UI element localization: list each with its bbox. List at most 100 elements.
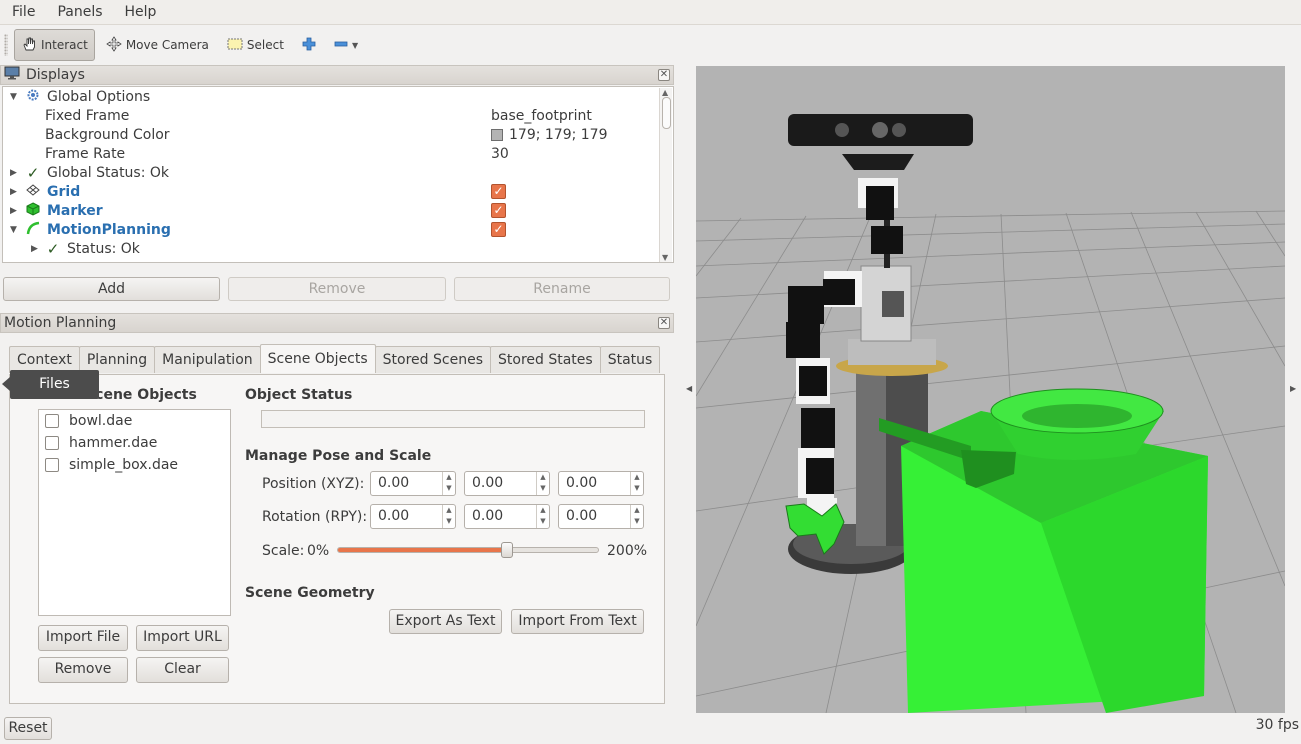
spin-arrows-icon[interactable]: ▲ ▼: [536, 472, 549, 495]
spin-arrows-icon[interactable]: ▲ ▼: [536, 505, 549, 528]
monitor-icon: [4, 66, 20, 84]
tree-row-grid[interactable]: ▶ Grid ✓: [3, 182, 660, 201]
status-bar: Reset 30 fps: [0, 713, 1301, 744]
displays-panel: Displays ✕ ▼ Global Options Fixed Frame …: [0, 65, 674, 311]
object-checkbox[interactable]: [45, 458, 59, 472]
object-checkbox[interactable]: [45, 414, 59, 428]
rotation-r-spinbox[interactable]: 0.00 ▲ ▼: [370, 504, 456, 529]
position-z-spinbox[interactable]: 0.00 ▲ ▼: [558, 471, 644, 496]
position-x-spinbox[interactable]: 0.00 ▲ ▼: [370, 471, 456, 496]
motion-planning-title-bar: Motion Planning ✕: [0, 313, 674, 333]
add-tool-button[interactable]: [295, 29, 323, 61]
tree-row-global-options[interactable]: ▼ Global Options: [3, 87, 660, 106]
remove-tool-button[interactable]: ▼: [327, 29, 365, 61]
tree-row-fixed-frame[interactable]: Fixed Frame base_footprint: [3, 106, 660, 125]
list-item[interactable]: bowl.dae: [45, 413, 132, 429]
scrollbar-thumb[interactable]: [662, 97, 671, 129]
scroll-down-icon[interactable]: ▼: [662, 253, 668, 262]
import-url-button[interactable]: Import URL: [136, 625, 229, 651]
grid-enabled-checkbox[interactable]: ✓: [491, 184, 506, 199]
grid-icon: [25, 183, 41, 200]
reset-button[interactable]: Reset: [4, 717, 52, 740]
object-name: hammer.dae: [69, 435, 158, 451]
arm-servo: [786, 322, 820, 358]
import-from-text-button[interactable]: Import From Text: [511, 609, 644, 634]
arm-servo: [799, 366, 827, 396]
position-y-spinbox[interactable]: 0.00 ▲ ▼: [464, 471, 550, 496]
scene-objects-list[interactable]: bowl.dae hammer.dae simple_box.dae: [38, 409, 231, 616]
tree-row-background-color[interactable]: Background Color 179; 179; 179: [3, 125, 660, 144]
remove-display-button[interactable]: Remove: [228, 277, 446, 301]
toolbar: Interact Move Camera Select ▼: [0, 25, 1301, 65]
checked-icon: ✓: [491, 203, 506, 218]
toolbar-grip[interactable]: [4, 34, 8, 56]
splitter-right-arrow-icon[interactable]: ▶: [1290, 384, 1296, 393]
checkmark-icon: ✓: [46, 239, 60, 258]
add-display-button[interactable]: Add: [3, 277, 220, 301]
tree-row-marker[interactable]: ▶ Marker ✓: [3, 201, 660, 220]
list-item[interactable]: simple_box.dae: [45, 457, 178, 473]
remove-object-button[interactable]: Remove: [38, 657, 128, 683]
spin-arrows-icon[interactable]: ▲ ▼: [442, 472, 455, 495]
tree-row-motion-planning[interactable]: ▼ MotionPlanning ✓: [3, 220, 660, 239]
tab-context[interactable]: Context: [9, 346, 80, 373]
render-viewport[interactable]: [696, 66, 1285, 713]
displays-scrollbar[interactable]: ▲ ▼: [659, 88, 672, 262]
select-label: Select: [246, 38, 284, 52]
motion-planning-enabled-checkbox[interactable]: ✓: [491, 222, 506, 237]
tree-row-status-ok[interactable]: ▶ ✓ Status: Ok: [3, 239, 660, 258]
scale-max-label: 200%: [607, 543, 648, 559]
clear-objects-button[interactable]: Clear: [136, 657, 229, 683]
expand-right-icon[interactable]: ▶: [10, 187, 20, 197]
interact-tool-button[interactable]: Interact: [14, 29, 95, 61]
tree-row-frame-rate[interactable]: Frame Rate 30: [3, 144, 660, 163]
tree-row-global-status[interactable]: ▶ ✓ Global Status: Ok: [3, 163, 660, 182]
expand-right-icon[interactable]: ▶: [31, 244, 41, 254]
spin-arrows-icon[interactable]: ▲ ▼: [630, 472, 643, 495]
object-checkbox[interactable]: [45, 436, 59, 450]
cube-icon: [25, 201, 41, 220]
rotation-y-spinbox[interactable]: 0.00 ▲ ▼: [558, 504, 644, 529]
tab-status[interactable]: Status: [599, 346, 661, 373]
hand-icon: [21, 36, 37, 55]
scroll-up-icon[interactable]: ▲: [662, 88, 668, 97]
tab-scene-objects[interactable]: Scene Objects: [259, 344, 376, 373]
menu-help[interactable]: Help: [114, 4, 168, 20]
dropdown-arrow-icon[interactable]: ▼: [352, 41, 358, 50]
menu-file[interactable]: File: [0, 4, 46, 20]
motion-planning-title: Motion Planning: [4, 315, 117, 331]
move-camera-tool-button[interactable]: Move Camera: [99, 29, 216, 61]
expand-down-icon[interactable]: ▼: [10, 225, 20, 235]
plus-icon: [302, 37, 316, 54]
scale-label: Scale:: [262, 543, 305, 559]
position-z-value: 0.00: [566, 475, 598, 491]
expand-right-icon[interactable]: ▶: [10, 168, 20, 178]
background-color-value[interactable]: 179; 179; 179: [491, 127, 608, 143]
displays-tree: ▼ Global Options Fixed Frame base_footpr…: [2, 86, 674, 263]
marker-enabled-checkbox[interactable]: ✓: [491, 203, 506, 218]
fixed-frame-value[interactable]: base_footprint: [491, 108, 592, 124]
tab-manipulation[interactable]: Manipulation: [154, 346, 261, 373]
scale-slider-handle[interactable]: [501, 542, 513, 558]
spin-arrows-icon[interactable]: ▲ ▼: [442, 505, 455, 528]
export-as-text-button[interactable]: Export As Text: [389, 609, 502, 634]
splitter-left-arrow-icon[interactable]: ◀: [686, 384, 692, 393]
menu-panels[interactable]: Panels: [46, 4, 113, 20]
motion-planning-close-icon[interactable]: ✕: [658, 317, 670, 329]
scale-slider-fill: [338, 548, 507, 552]
rotation-p-spinbox[interactable]: 0.00 ▲ ▼: [464, 504, 550, 529]
expand-right-icon[interactable]: ▶: [10, 206, 20, 216]
expand-down-icon[interactable]: ▼: [10, 92, 20, 102]
tab-stored-scenes[interactable]: Stored Scenes: [374, 346, 491, 373]
tab-planning[interactable]: Planning: [78, 346, 156, 373]
list-item[interactable]: hammer.dae: [45, 435, 157, 451]
select-tool-button[interactable]: Select: [220, 29, 291, 61]
tab-stored-states[interactable]: Stored States: [490, 346, 601, 373]
spin-arrows-icon[interactable]: ▲ ▼: [630, 505, 643, 528]
displays-close-icon[interactable]: ✕: [658, 69, 670, 81]
scale-slider[interactable]: [337, 542, 599, 558]
select-box-icon: [227, 37, 243, 54]
frame-rate-value[interactable]: 30: [491, 146, 509, 162]
import-file-button[interactable]: Import File: [38, 625, 128, 651]
rename-display-button[interactable]: Rename: [454, 277, 670, 301]
